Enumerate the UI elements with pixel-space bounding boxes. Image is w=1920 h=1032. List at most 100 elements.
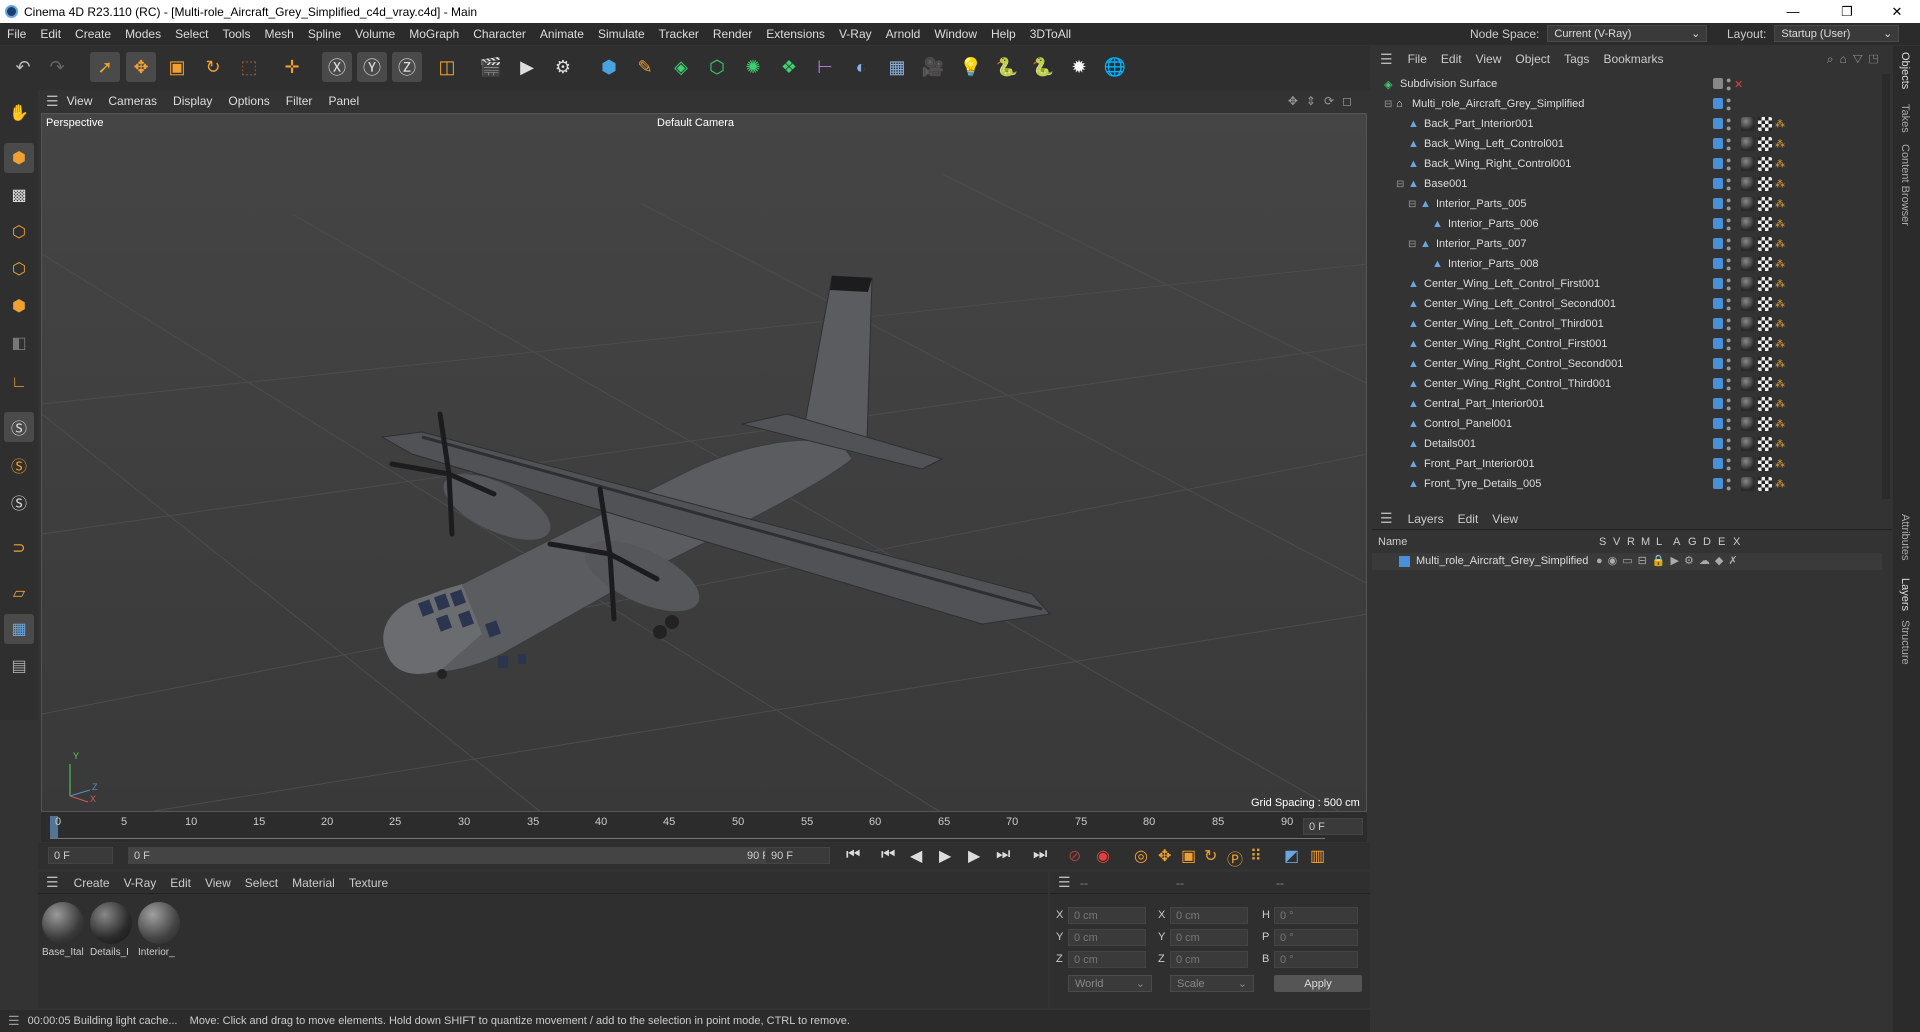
material-tag-icon[interactable]	[1741, 197, 1755, 211]
vray-tag-icon[interactable]: ⁂	[1775, 319, 1785, 330]
visibility-dots-icon[interactable]: ● ●	[1726, 216, 1731, 233]
coordinate-system-icon[interactable]: ◫	[432, 52, 462, 82]
material-swatch[interactable]: Base_Ital	[42, 902, 86, 962]
layer-menu-edit[interactable]: Edit	[1451, 512, 1486, 526]
texture-tag-icon[interactable]	[1758, 357, 1772, 371]
mat-menu-view[interactable]: View	[198, 876, 238, 890]
edge-mode-icon[interactable]: ⬡	[4, 254, 34, 284]
vray-tag-icon[interactable]: ⁂	[1775, 399, 1785, 410]
lock-workplane-icon[interactable]: ▤	[4, 651, 34, 681]
redo-icon[interactable]: ↷	[42, 52, 72, 82]
visibility-dots-icon[interactable]: ● ●	[1726, 456, 1731, 473]
object-row[interactable]: ▲ Center_Wing_Left_Control_Second001 ● ● ⁂	[1372, 294, 1881, 314]
object-row[interactable]: ▲ Center_Wing_Right_Control_First001 ● ● ⁂	[1372, 334, 1881, 354]
apply-button[interactable]: Apply	[1274, 975, 1362, 992]
object-row[interactable]: ⊟ ⌂ Multi_role_Aircraft_Grey_Simplified ● ●	[1372, 94, 1881, 114]
layer-menu-layers[interactable]: Layers	[1401, 512, 1451, 526]
layer-tag-swatch[interactable]	[1713, 438, 1723, 449]
x-axis-lock-icon[interactable]: Ⓧ	[322, 52, 352, 82]
vray-tag-icon[interactable]: ⁂	[1775, 119, 1785, 130]
object-row[interactable]: ▲ Interior_Parts_006 ● ● ⁂	[1372, 214, 1881, 234]
object-row[interactable]: ◈ Subdivision Surface ● ● ✕	[1372, 74, 1881, 94]
object-row[interactable]: ▲ Center_Wing_Left_Control_First001 ● ● ⁂	[1372, 274, 1881, 294]
menu-modes[interactable]: Modes	[118, 27, 168, 41]
cube-primitive-icon[interactable]: ⬢	[594, 52, 624, 82]
vray-settings-icon[interactable]: ✹	[1064, 52, 1094, 82]
layer-tag-swatch[interactable]	[1713, 398, 1723, 409]
vray-tag-icon[interactable]: ⁂	[1775, 159, 1785, 170]
visibility-dots-icon[interactable]: ● ●	[1726, 476, 1731, 493]
layer-tag-swatch[interactable]	[1713, 358, 1723, 369]
viewport-nav-icons[interactable]: ✥⇕⟳◻	[1288, 94, 1360, 108]
texture-tag-icon[interactable]	[1758, 257, 1772, 271]
expand-toggle-icon[interactable]: ⊟	[1408, 199, 1416, 210]
play-icon[interactable]: ▶	[939, 846, 951, 866]
select-cursor-icon[interactable]: ➚	[90, 52, 120, 82]
node-space-dropdown[interactable]: Current (V-Ray) ⌄	[1547, 25, 1708, 42]
layer-tag-swatch[interactable]	[1713, 458, 1723, 469]
object-row[interactable]: ▲ Control_Panel001 ● ● ⁂	[1372, 414, 1881, 434]
mat-menu-vray[interactable]: V-Ray	[117, 876, 164, 890]
vray-tag-icon[interactable]: ⁂	[1775, 459, 1785, 470]
visibility-dots-icon[interactable]: ● ●	[1726, 156, 1731, 173]
menu-file[interactable]: File	[0, 27, 33, 41]
hamburger-icon[interactable]: ☰	[8, 1013, 20, 1029]
menu-tracker[interactable]: Tracker	[652, 27, 706, 41]
viewport-menu-panel[interactable]: Panel	[320, 94, 367, 108]
size-x-field[interactable]: 0 cm	[1170, 907, 1248, 924]
menu-create[interactable]: Create	[68, 27, 118, 41]
viewport-menu-cameras[interactable]: Cameras	[100, 94, 165, 108]
obj-menu-bookmarks[interactable]: Bookmarks	[1596, 52, 1670, 66]
render-picture-viewer-icon[interactable]: ▶	[512, 52, 542, 82]
visibility-dots-icon[interactable]: ● ●	[1726, 436, 1731, 453]
polygon-mode-icon[interactable]: ⬢	[4, 291, 34, 321]
layer-toggle-icons[interactable]: ●◉▭⊟🔒▶⚙☁◆✗	[1596, 554, 1743, 567]
layer-tag-swatch[interactable]	[1713, 218, 1723, 229]
texture-tag-icon[interactable]	[1758, 417, 1772, 431]
hamburger-icon[interactable]: ☰	[46, 93, 59, 110]
pla-key-icon[interactable]: ⠿	[1250, 846, 1262, 866]
layer-row[interactable]: Multi_role_Aircraft_Grey_Simplified ●◉▭⊟…	[1372, 553, 1882, 570]
visibility-dots-icon[interactable]: ● ●	[1726, 96, 1731, 113]
mat-menu-select[interactable]: Select	[238, 876, 285, 890]
material-tag-icon[interactable]	[1741, 357, 1755, 371]
size-y-field[interactable]: 0 cm	[1170, 929, 1248, 946]
texture-tag-icon[interactable]	[1758, 457, 1772, 471]
material-tag-icon[interactable]	[1741, 297, 1755, 311]
layer-tag-swatch[interactable]	[1713, 158, 1723, 169]
texture-tag-icon[interactable]	[1758, 237, 1772, 251]
object-list-scrollbar[interactable]	[1882, 74, 1890, 499]
vray-tag-icon[interactable]: ⁂	[1775, 239, 1785, 250]
menu-render[interactable]: Render	[706, 27, 759, 41]
obj-header-icons[interactable]: ⌕⌂▽◳	[1827, 52, 1884, 67]
rotate-icon[interactable]: ↻	[198, 52, 228, 82]
timeline-ruler[interactable]: 0 5 10 15 20 25 30 35 40 45 50 55 60 65 …	[41, 812, 1367, 842]
mat-menu-material[interactable]: Material	[285, 876, 342, 890]
material-tag-icon[interactable]	[1741, 137, 1755, 151]
visibility-dots-icon[interactable]: ● ●	[1726, 76, 1731, 93]
record-keys-icon[interactable]: ⊘	[1068, 846, 1081, 866]
keyframe-selection-icon[interactable]: ◎	[1134, 846, 1148, 866]
texture-tag-icon[interactable]	[1758, 117, 1772, 131]
texture-tag-icon[interactable]	[1758, 157, 1772, 171]
material-tag-icon[interactable]	[1741, 157, 1755, 171]
texture-tag-icon[interactable]	[1758, 137, 1772, 151]
tab-objects[interactable]: Objects	[1899, 52, 1911, 89]
material-tag-icon[interactable]	[1741, 217, 1755, 231]
object-row[interactable]: ⊟ ▲ Interior_Parts_007 ● ● ⁂	[1372, 234, 1881, 254]
layer-tag-swatch[interactable]	[1713, 418, 1723, 429]
visibility-dots-icon[interactable]: ● ●	[1726, 256, 1731, 273]
material-tag-icon[interactable]	[1741, 237, 1755, 251]
obj-menu-view[interactable]: View	[1469, 52, 1509, 66]
move-icon[interactable]: ✥	[126, 52, 156, 82]
render-view-icon[interactable]: 🎬	[476, 52, 506, 82]
vray-tag-icon[interactable]: ⁂	[1775, 379, 1785, 390]
python-script-icon[interactable]: 🐍	[1028, 52, 1058, 82]
floor-icon[interactable]: ▦	[882, 52, 912, 82]
layer-tag-swatch[interactable]	[1713, 298, 1723, 309]
go-to-start-icon[interactable]: ⏮	[846, 846, 860, 864]
obj-menu-object[interactable]: Object	[1508, 52, 1557, 66]
menu-animate[interactable]: Animate	[533, 27, 591, 41]
visibility-dots-icon[interactable]: ● ●	[1726, 116, 1731, 133]
menu-mograph[interactable]: MoGraph	[402, 27, 466, 41]
